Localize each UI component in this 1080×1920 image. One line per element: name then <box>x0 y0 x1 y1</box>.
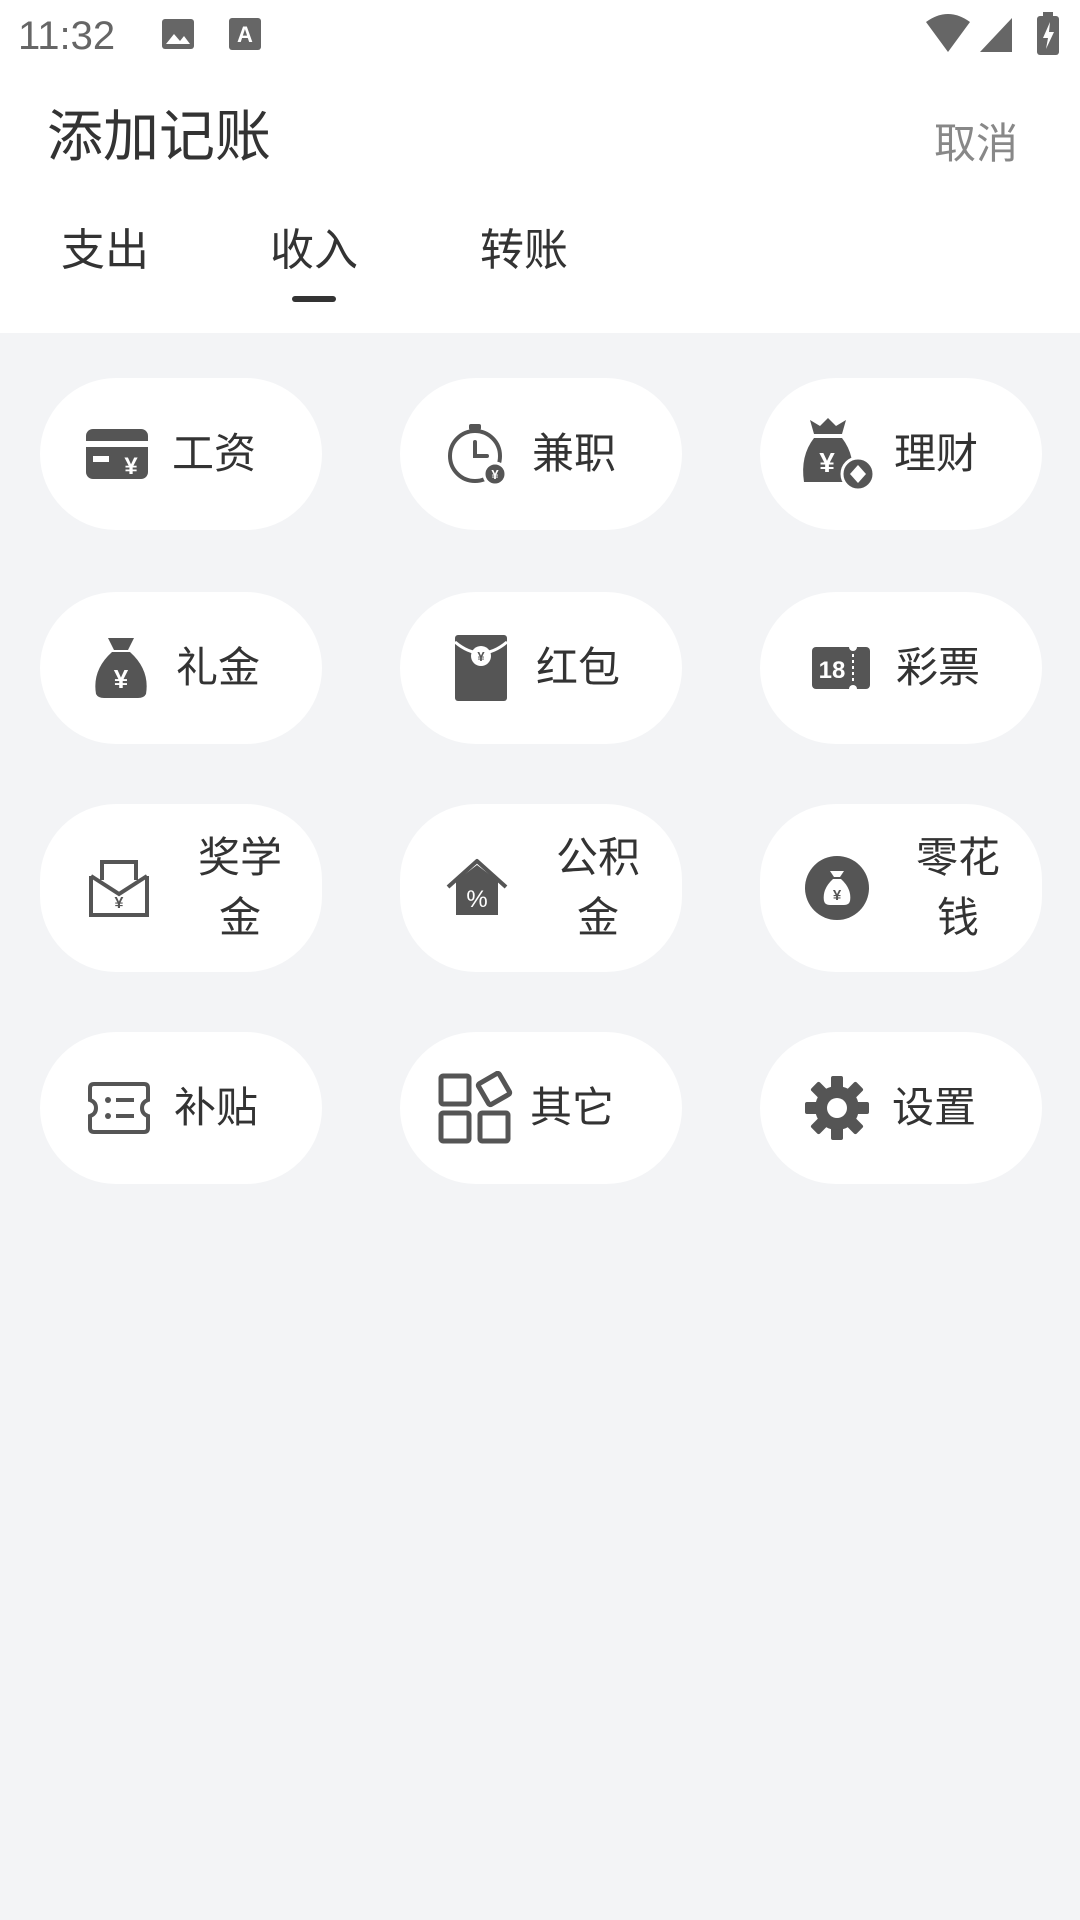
category-label: 礼金 <box>176 643 261 692</box>
salary-card-icon: ¥ <box>82 419 152 489</box>
image-icon <box>160 16 196 56</box>
category-label: 彩票 <box>896 643 981 692</box>
category-housing-fund[interactable]: % 公积金 <box>400 804 682 972</box>
category-label: 补贴 <box>174 1083 259 1132</box>
category-label: 奖学金 <box>197 833 282 942</box>
top-panel: 11:32 A 添加记账 取消 支出 收入 转账 <box>0 0 1080 333</box>
category-lottery[interactable]: 18 彩票 <box>760 592 1042 744</box>
svg-text:¥: ¥ <box>491 467 499 482</box>
category-subsidy[interactable]: 补贴 <box>40 1032 322 1184</box>
scholarship-icon: ¥ <box>84 853 154 923</box>
clock-money-icon: ¥ <box>442 419 512 489</box>
category-pocket-money[interactable]: ¥ 零花钱 <box>760 804 1042 972</box>
keyboard-a-icon: A <box>228 16 262 56</box>
category-label: 兼职 <box>532 429 617 478</box>
svg-text:¥: ¥ <box>114 664 129 694</box>
other-grid-icon <box>438 1071 514 1144</box>
category-other[interactable]: 其它 <box>400 1032 682 1184</box>
housing-fund-icon: % <box>442 853 512 923</box>
category-red-packet[interactable]: ¥ 红包 <box>400 592 682 744</box>
svg-text:¥: ¥ <box>115 895 124 912</box>
svg-text:¥: ¥ <box>819 447 835 478</box>
svg-text:%: % <box>466 886 487 913</box>
category-part-time[interactable]: ¥ 兼职 <box>400 378 682 530</box>
category-label: 理财 <box>894 429 979 478</box>
status-bar: 11:32 A <box>0 0 1080 72</box>
category-label: 工资 <box>172 429 257 478</box>
svg-text:¥: ¥ <box>124 453 138 480</box>
category-label: 零花钱 <box>915 833 1000 942</box>
svg-text:18: 18 <box>819 657 846 684</box>
category-gift-money[interactable]: ¥ 礼金 <box>40 592 322 744</box>
gear-icon <box>802 1073 872 1143</box>
tab-transfer[interactable]: 转账 <box>449 214 599 278</box>
category-label: 设置 <box>892 1083 977 1132</box>
tab-indicator <box>292 296 336 302</box>
lottery-ticket-icon: 18 <box>806 633 876 703</box>
svg-text:¥: ¥ <box>477 649 485 664</box>
category-settings[interactable]: 设置 <box>760 1032 1042 1184</box>
screen: 11:32 A 添加记账 取消 支出 收入 转账 ¥ 工资 ¥ 兼职 ¥ 理财 … <box>0 0 1080 1920</box>
red-envelope-icon: ¥ <box>446 633 516 703</box>
tab-income[interactable]: 收入 <box>239 214 389 278</box>
cancel-button[interactable]: 取消 <box>934 110 1018 171</box>
category-investment[interactable]: ¥ 理财 <box>760 378 1042 530</box>
tab-expense[interactable]: 支出 <box>30 214 180 278</box>
battery-icon <box>1036 12 1060 60</box>
svg-text:A: A <box>237 22 253 47</box>
category-label: 公积金 <box>555 833 640 942</box>
wifi-icon <box>924 14 972 58</box>
money-bag-icon: ¥ <box>796 418 874 492</box>
status-time: 11:32 <box>18 14 116 58</box>
page-title: 添加记账 <box>47 105 271 170</box>
pocket-money-icon: ¥ <box>802 853 872 923</box>
category-scholarship[interactable]: ¥ 奖学金 <box>40 804 322 972</box>
gift-bag-icon: ¥ <box>86 633 156 703</box>
svg-text:¥: ¥ <box>833 887 842 904</box>
category-salary[interactable]: ¥ 工资 <box>40 378 322 530</box>
signal-icon <box>978 16 1014 58</box>
category-label: 红包 <box>536 643 621 692</box>
subsidy-icon <box>84 1073 154 1143</box>
category-label: 其它 <box>530 1083 615 1132</box>
